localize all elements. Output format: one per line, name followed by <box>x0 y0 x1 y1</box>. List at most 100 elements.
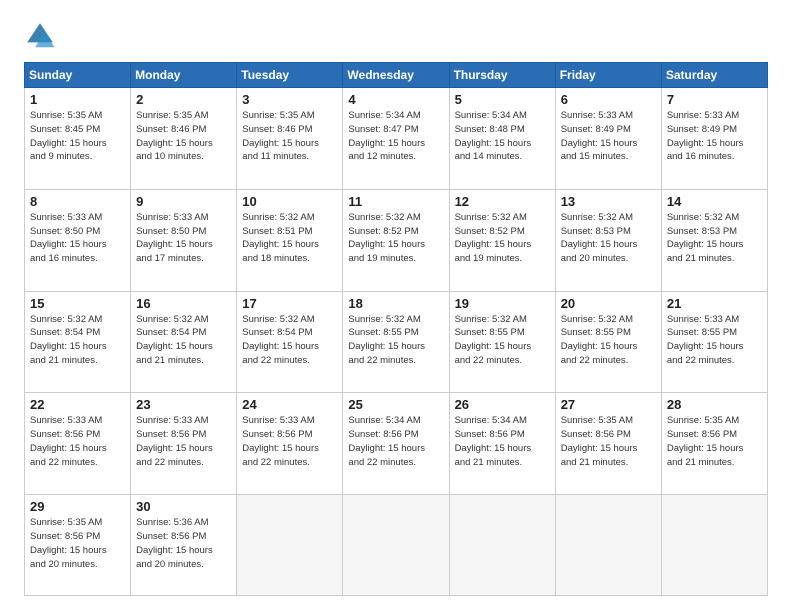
calendar-cell: 13 Sunrise: 5:32 AM Sunset: 8:53 PM Dayli… <box>555 189 661 291</box>
day-number: 27 <box>561 397 656 412</box>
day-info: Sunrise: 5:32 AM Sunset: 8:54 PM Dayligh… <box>136 313 231 368</box>
weekday-header-monday: Monday <box>131 63 237 88</box>
day-number: 30 <box>136 499 231 514</box>
weekday-header-saturday: Saturday <box>661 63 767 88</box>
day-info: Sunrise: 5:32 AM Sunset: 8:52 PM Dayligh… <box>348 211 443 266</box>
page: SundayMondayTuesdayWednesdayThursdayFrid… <box>0 0 792 612</box>
logo <box>24 20 60 52</box>
day-number: 10 <box>242 194 337 209</box>
calendar-cell: 12 Sunrise: 5:32 AM Sunset: 8:52 PM Dayli… <box>449 189 555 291</box>
calendar-cell <box>449 495 555 596</box>
calendar-cell: 10 Sunrise: 5:32 AM Sunset: 8:51 PM Dayli… <box>237 189 343 291</box>
day-number: 11 <box>348 194 443 209</box>
day-number: 18 <box>348 296 443 311</box>
day-number: 6 <box>561 92 656 107</box>
calendar-cell: 5 Sunrise: 5:34 AM Sunset: 8:48 PM Daylig… <box>449 88 555 190</box>
day-number: 29 <box>30 499 125 514</box>
calendar-cell: 14 Sunrise: 5:32 AM Sunset: 8:53 PM Dayli… <box>661 189 767 291</box>
calendar-cell: 1Sunrise: 5:35 AM Sunset: 8:45 PM Daylig… <box>25 88 131 190</box>
day-number: 12 <box>455 194 550 209</box>
calendar-cell: 11 Sunrise: 5:32 AM Sunset: 8:52 PM Dayli… <box>343 189 449 291</box>
day-info: Sunrise: 5:34 AM Sunset: 8:47 PM Dayligh… <box>348 109 443 164</box>
calendar-week-row: 1Sunrise: 5:35 AM Sunset: 8:45 PM Daylig… <box>25 88 768 190</box>
day-number: 15 <box>30 296 125 311</box>
calendar-cell: 20 Sunrise: 5:32 AM Sunset: 8:55 PM Dayli… <box>555 291 661 393</box>
day-number: 25 <box>348 397 443 412</box>
day-number: 26 <box>455 397 550 412</box>
day-number: 2 <box>136 92 231 107</box>
day-info: Sunrise: 5:33 AM Sunset: 8:49 PM Dayligh… <box>561 109 656 164</box>
day-info: Sunrise: 5:34 AM Sunset: 8:56 PM Dayligh… <box>455 414 550 469</box>
day-info: Sunrise: 5:33 AM Sunset: 8:50 PM Dayligh… <box>30 211 125 266</box>
day-number: 14 <box>667 194 762 209</box>
day-info: Sunrise: 5:32 AM Sunset: 8:52 PM Dayligh… <box>455 211 550 266</box>
day-number: 13 <box>561 194 656 209</box>
day-info: Sunrise: 5:32 AM Sunset: 8:55 PM Dayligh… <box>455 313 550 368</box>
day-info: Sunrise: 5:33 AM Sunset: 8:49 PM Dayligh… <box>667 109 762 164</box>
calendar-cell <box>555 495 661 596</box>
day-info: Sunrise: 5:36 AM Sunset: 8:56 PM Dayligh… <box>136 516 231 571</box>
day-number: 21 <box>667 296 762 311</box>
calendar-cell: 23 Sunrise: 5:33 AM Sunset: 8:56 PM Dayli… <box>131 393 237 495</box>
day-info: Sunrise: 5:35 AM Sunset: 8:45 PM Dayligh… <box>30 109 125 164</box>
calendar-cell: 27 Sunrise: 5:35 AM Sunset: 8:56 PM Dayli… <box>555 393 661 495</box>
calendar-cell: 18 Sunrise: 5:32 AM Sunset: 8:55 PM Dayli… <box>343 291 449 393</box>
day-info: Sunrise: 5:35 AM Sunset: 8:56 PM Dayligh… <box>561 414 656 469</box>
day-number: 4 <box>348 92 443 107</box>
calendar-cell: 24 Sunrise: 5:33 AM Sunset: 8:56 PM Dayli… <box>237 393 343 495</box>
calendar-cell: 16Sunrise: 5:32 AM Sunset: 8:54 PM Dayli… <box>131 291 237 393</box>
day-info: Sunrise: 5:32 AM Sunset: 8:53 PM Dayligh… <box>561 211 656 266</box>
day-info: Sunrise: 5:35 AM Sunset: 8:56 PM Dayligh… <box>30 516 125 571</box>
weekday-header-friday: Friday <box>555 63 661 88</box>
weekday-header-thursday: Thursday <box>449 63 555 88</box>
header <box>24 20 768 52</box>
day-info: Sunrise: 5:32 AM Sunset: 8:51 PM Dayligh… <box>242 211 337 266</box>
day-info: Sunrise: 5:34 AM Sunset: 8:48 PM Dayligh… <box>455 109 550 164</box>
calendar-week-row: 15 Sunrise: 5:32 AM Sunset: 8:54 PM Dayli… <box>25 291 768 393</box>
calendar-cell: 8 Sunrise: 5:33 AM Sunset: 8:50 PM Daylig… <box>25 189 131 291</box>
calendar-week-row: 22 Sunrise: 5:33 AM Sunset: 8:56 PM Dayli… <box>25 393 768 495</box>
weekday-header-wednesday: Wednesday <box>343 63 449 88</box>
calendar-cell <box>661 495 767 596</box>
day-info: Sunrise: 5:35 AM Sunset: 8:46 PM Dayligh… <box>136 109 231 164</box>
day-number: 28 <box>667 397 762 412</box>
logo-icon <box>24 20 56 52</box>
day-info: Sunrise: 5:32 AM Sunset: 8:54 PM Dayligh… <box>242 313 337 368</box>
calendar-cell: 7 Sunrise: 5:33 AM Sunset: 8:49 PM Daylig… <box>661 88 767 190</box>
day-number: 19 <box>455 296 550 311</box>
day-number: 17 <box>242 296 337 311</box>
calendar-cell: 6 Sunrise: 5:33 AM Sunset: 8:49 PM Daylig… <box>555 88 661 190</box>
weekday-header-sunday: Sunday <box>25 63 131 88</box>
day-number: 8 <box>30 194 125 209</box>
day-info: Sunrise: 5:33 AM Sunset: 8:55 PM Dayligh… <box>667 313 762 368</box>
day-number: 3 <box>242 92 337 107</box>
day-info: Sunrise: 5:32 AM Sunset: 8:55 PM Dayligh… <box>348 313 443 368</box>
day-number: 23 <box>136 397 231 412</box>
weekday-header-tuesday: Tuesday <box>237 63 343 88</box>
calendar-table: SundayMondayTuesdayWednesdayThursdayFrid… <box>24 62 768 596</box>
day-info: Sunrise: 5:34 AM Sunset: 8:56 PM Dayligh… <box>348 414 443 469</box>
day-number: 9 <box>136 194 231 209</box>
day-info: Sunrise: 5:33 AM Sunset: 8:56 PM Dayligh… <box>30 414 125 469</box>
calendar-cell: 9 Sunrise: 5:33 AM Sunset: 8:50 PM Daylig… <box>131 189 237 291</box>
calendar-week-row: 8 Sunrise: 5:33 AM Sunset: 8:50 PM Daylig… <box>25 189 768 291</box>
calendar-cell: 3 Sunrise: 5:35 AM Sunset: 8:46 PM Daylig… <box>237 88 343 190</box>
day-number: 7 <box>667 92 762 107</box>
calendar-cell: 26 Sunrise: 5:34 AM Sunset: 8:56 PM Dayli… <box>449 393 555 495</box>
calendar-cell: 29 Sunrise: 5:35 AM Sunset: 8:56 PM Dayli… <box>25 495 131 596</box>
day-info: Sunrise: 5:35 AM Sunset: 8:46 PM Dayligh… <box>242 109 337 164</box>
day-info: Sunrise: 5:33 AM Sunset: 8:56 PM Dayligh… <box>242 414 337 469</box>
day-info: Sunrise: 5:32 AM Sunset: 8:55 PM Dayligh… <box>561 313 656 368</box>
calendar-cell: 4 Sunrise: 5:34 AM Sunset: 8:47 PM Daylig… <box>343 88 449 190</box>
day-info: Sunrise: 5:35 AM Sunset: 8:56 PM Dayligh… <box>667 414 762 469</box>
day-number: 24 <box>242 397 337 412</box>
day-number: 20 <box>561 296 656 311</box>
day-number: 5 <box>455 92 550 107</box>
calendar-cell: 28 Sunrise: 5:35 AM Sunset: 8:56 PM Dayli… <box>661 393 767 495</box>
calendar-cell <box>237 495 343 596</box>
day-number: 22 <box>30 397 125 412</box>
day-info: Sunrise: 5:33 AM Sunset: 8:56 PM Dayligh… <box>136 414 231 469</box>
day-info: Sunrise: 5:32 AM Sunset: 8:53 PM Dayligh… <box>667 211 762 266</box>
day-info: Sunrise: 5:33 AM Sunset: 8:50 PM Dayligh… <box>136 211 231 266</box>
day-info: Sunrise: 5:32 AM Sunset: 8:54 PM Dayligh… <box>30 313 125 368</box>
